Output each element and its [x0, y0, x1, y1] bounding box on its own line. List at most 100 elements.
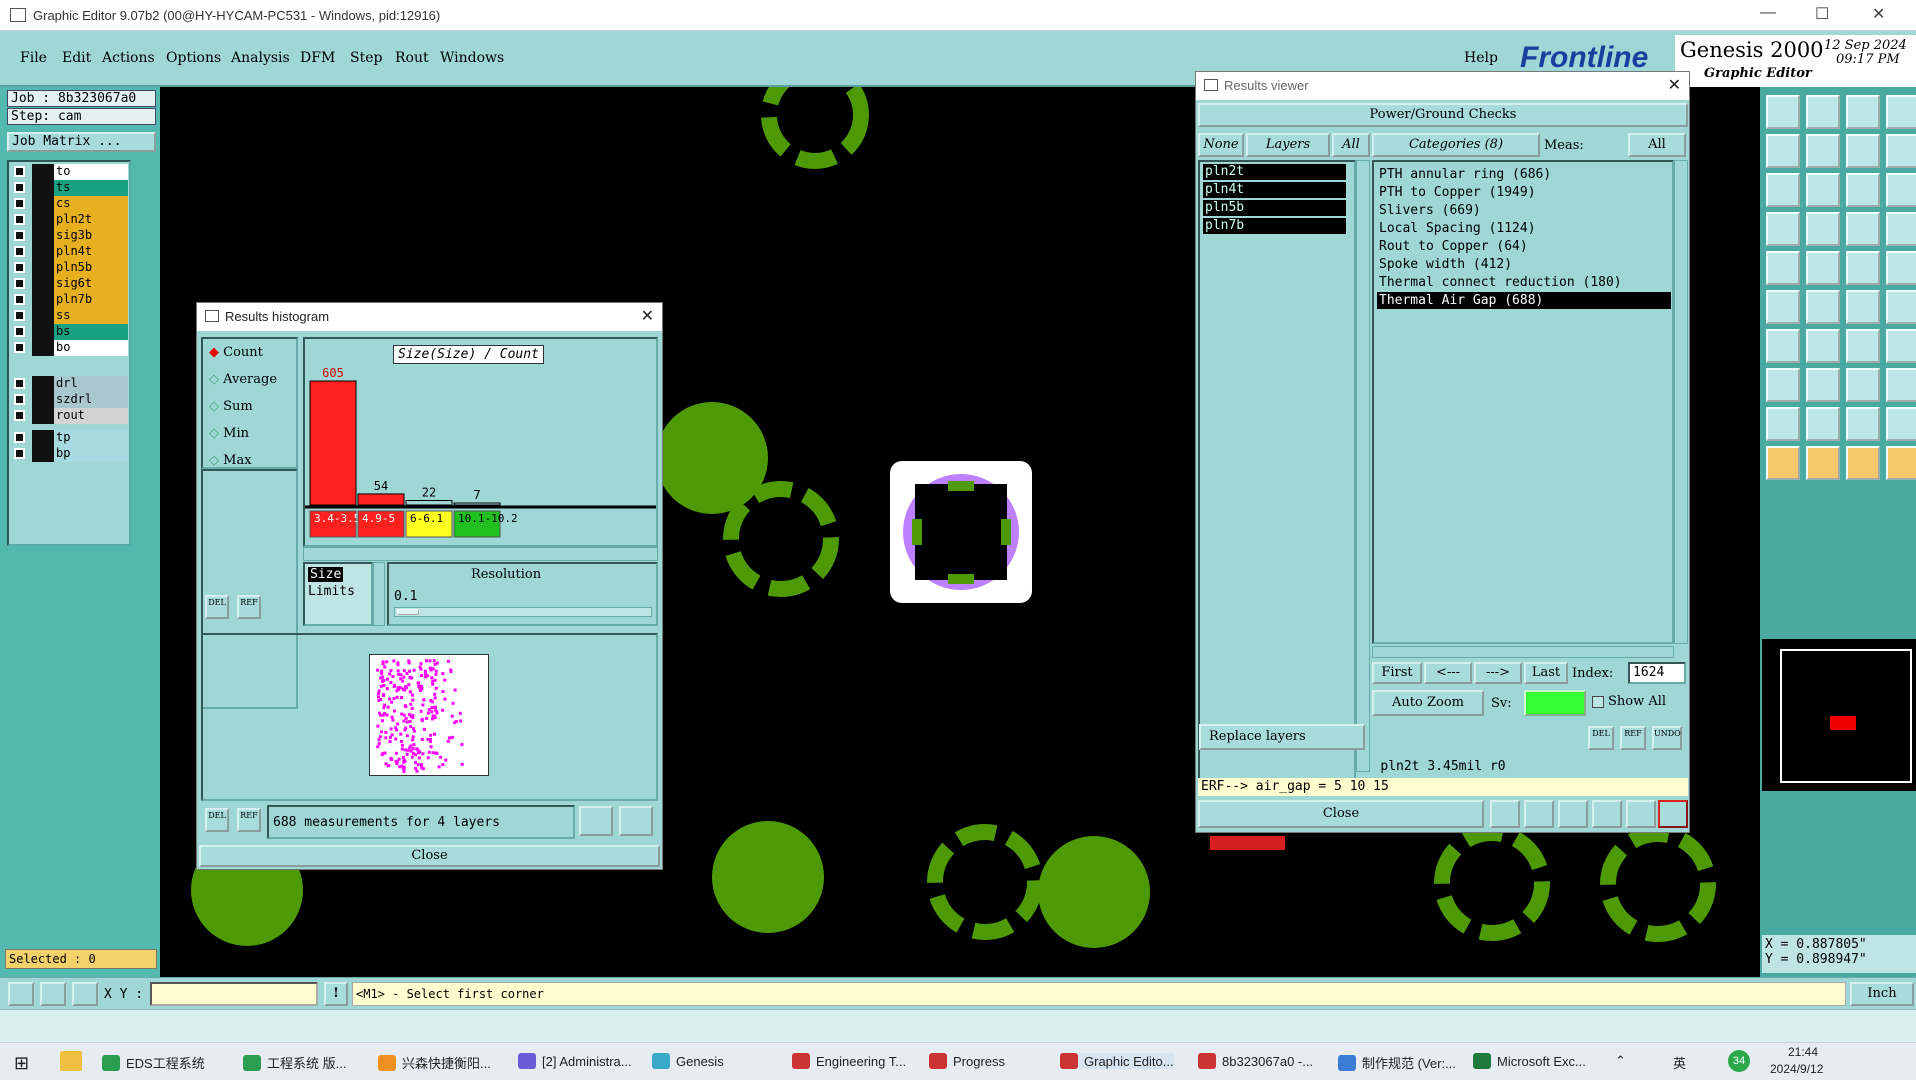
layer-row-pln5b[interactable]: pln5b: [10, 260, 128, 276]
layer-name[interactable]: pln7b: [54, 292, 128, 308]
file-explorer-icon[interactable]: [60, 1051, 82, 1071]
layer-row-to[interactable]: to: [10, 164, 128, 180]
layer-color-swatch[interactable]: [32, 308, 54, 324]
edit-pad-icon[interactable]: [1806, 251, 1840, 285]
layer-color-swatch[interactable]: [32, 446, 54, 462]
menu-step[interactable]: Step: [350, 50, 382, 66]
category-item[interactable]: Local Spacing (1124): [1377, 220, 1671, 237]
layer-color-swatch[interactable]: [32, 164, 54, 180]
layer-row-pln7b[interactable]: pln7b: [10, 292, 128, 308]
layer-checkbox[interactable]: [14, 278, 25, 289]
pointer2-icon[interactable]: [1806, 446, 1840, 480]
layer-row-bs[interactable]: bs: [10, 324, 128, 340]
layer-name[interactable]: pln2t: [54, 212, 128, 228]
zoom-icon-button[interactable]: [1524, 800, 1554, 828]
layer-checkbox[interactable]: [14, 214, 25, 225]
tool-select-icon[interactable]: [8, 982, 34, 1006]
report-icon-button[interactable]: [1626, 800, 1656, 828]
layer-scrollbar[interactable]: [1356, 160, 1370, 772]
layer-color-swatch[interactable]: [32, 276, 54, 292]
taskbar-item[interactable]: [2] Administra...: [518, 1053, 632, 1069]
layer-checkbox[interactable]: [14, 182, 25, 193]
pan-right-icon[interactable]: [1806, 134, 1840, 168]
viewer-layer-item[interactable]: pln2t: [1203, 164, 1346, 180]
layer-color-swatch[interactable]: [32, 212, 54, 228]
line2-icon[interactable]: [1806, 368, 1840, 402]
grid-icon[interactable]: [1806, 212, 1840, 246]
layer-row-pln2t[interactable]: pln2t: [10, 212, 128, 228]
windows-start-icon[interactable]: ⊞: [14, 1053, 29, 1074]
menu-help[interactable]: Help: [1464, 50, 1498, 66]
layer-color-swatch[interactable]: [32, 408, 54, 424]
viewer-layer-item[interactable]: pln7b: [1203, 218, 1346, 234]
ref-button[interactable]: REF: [237, 595, 261, 619]
categories-button[interactable]: Categories (8): [1372, 133, 1540, 157]
cut-icon[interactable]: [1806, 329, 1840, 363]
chart-icon-button[interactable]: [579, 806, 613, 836]
rect-select-icon[interactable]: [1846, 368, 1880, 402]
layer-color-swatch[interactable]: [32, 392, 54, 408]
all-button[interactable]: All: [1332, 133, 1370, 157]
layer-row-sig6t[interactable]: sig6t: [10, 276, 128, 292]
layer-checkbox[interactable]: [14, 432, 25, 443]
next-button[interactable]: --->: [1474, 662, 1522, 684]
zoom-view-icon[interactable]: [1886, 95, 1916, 129]
layer-color-swatch[interactable]: [32, 430, 54, 446]
category-item[interactable]: PTH annular ring (686): [1377, 166, 1671, 183]
layer-name[interactable]: drl: [54, 376, 128, 392]
auto-zoom-select[interactable]: Auto Zoom: [1372, 690, 1484, 716]
layer-name[interactable]: rout: [54, 408, 128, 424]
sv-color-select[interactable]: [1524, 690, 1586, 716]
layer-checkbox[interactable]: [14, 230, 25, 241]
histogram-bar[interactable]: [453, 502, 501, 506]
taskbar-item[interactable]: Genesis: [652, 1053, 724, 1069]
meas-select[interactable]: All: [1628, 133, 1686, 157]
stat-option-count[interactable]: ◆ Count: [209, 345, 263, 360]
layer-row-bp[interactable]: bp: [10, 446, 128, 462]
histogram-close-button[interactable]: Close: [199, 845, 660, 867]
taskbar-item[interactable]: 工程系统 版...: [243, 1053, 346, 1072]
prev-button[interactable]: <---: [1424, 662, 1472, 684]
maximize-icon[interactable]: ☐: [1815, 4, 1829, 24]
histogram-icon-button[interactable]: [1658, 800, 1688, 828]
snapshot-icon[interactable]: [1766, 251, 1800, 285]
layer-checkbox[interactable]: [14, 326, 25, 337]
language-indicator[interactable]: 英: [1673, 1053, 1686, 1072]
fill-icon[interactable]: [1886, 251, 1916, 285]
units-select[interactable]: Inch: [1850, 982, 1914, 1006]
layer-color-swatch[interactable]: [32, 376, 54, 392]
stat-option-min[interactable]: ◇ Min: [209, 426, 249, 441]
snap-icon[interactable]: [1846, 134, 1880, 168]
close-icon[interactable]: ✕: [641, 306, 654, 326]
layer-name[interactable]: bo: [54, 340, 128, 356]
count-icon-button[interactable]: [1592, 800, 1622, 828]
category-scrollbar[interactable]: [1674, 160, 1688, 644]
layer-checkbox[interactable]: [14, 394, 25, 405]
taskbar-item[interactable]: 制作规范 (Ver:...: [1338, 1053, 1456, 1072]
layer-row-ss[interactable]: ss: [10, 308, 128, 324]
histogram-bar[interactable]: [309, 380, 357, 506]
layer-checkbox[interactable]: [14, 410, 25, 421]
clock-time[interactable]: 21:44: [1788, 1045, 1818, 1059]
notification-badge[interactable]: 34: [1728, 1050, 1750, 1072]
select-box-icon[interactable]: [1846, 446, 1880, 480]
taskbar-item[interactable]: 8b323067a0 -...: [1198, 1053, 1313, 1069]
viewer-undo-button[interactable]: UNDO: [1652, 726, 1682, 750]
first-button[interactable]: First: [1372, 662, 1422, 684]
clear-icon-button[interactable]: [1558, 800, 1588, 828]
resolution-slider[interactable]: [394, 607, 652, 617]
move-point-icon[interactable]: [1846, 290, 1880, 324]
layer-row-bo[interactable]: bo: [10, 340, 128, 356]
layer-icon-button[interactable]: [1490, 800, 1520, 828]
layer-row-rout[interactable]: rout: [10, 408, 128, 424]
chart-scrollbar[interactable]: [303, 547, 658, 561]
histogram-bar[interactable]: [405, 499, 453, 506]
viewer-del-button[interactable]: DEL: [1588, 726, 1614, 750]
category-item[interactable]: Slivers (669): [1377, 202, 1671, 219]
category-item[interactable]: Rout to Copper (64): [1377, 238, 1671, 255]
shape-icon[interactable]: [1886, 368, 1916, 402]
viewer-layer-item[interactable]: pln5b: [1203, 200, 1346, 216]
alert-orange-icon[interactable]: [1806, 407, 1840, 441]
menu-rout[interactable]: Rout: [395, 50, 429, 66]
layer-checkbox[interactable]: [14, 246, 25, 257]
